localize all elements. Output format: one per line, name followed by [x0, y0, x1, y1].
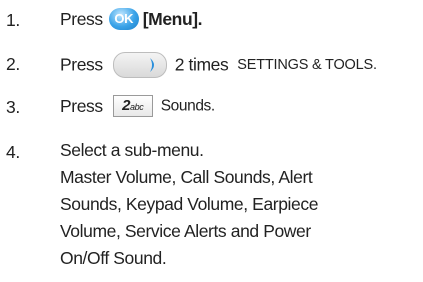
step-1-text: Press OK [Menu].: [60, 8, 203, 31]
menu-label: [Menu].: [142, 8, 203, 29]
times-label: 2 times: [174, 54, 229, 75]
key-letters: abc: [130, 102, 144, 113]
sub-menu-line: On/Off Sound.: [60, 248, 167, 268]
press-label: Press: [60, 8, 103, 29]
menu-name: SETTINGS & TOOLS.: [237, 57, 377, 73]
sub-menu-line: Master Volume, Call Sounds, Alert: [60, 167, 313, 187]
number-2-key-icon: 2abc: [112, 95, 153, 118]
step-number: 4.: [6, 142, 20, 162]
nav-right-key-icon: [112, 52, 167, 78]
sounds-label: Sounds.: [160, 97, 215, 115]
step-4-heading: Select a sub-menu.: [60, 140, 204, 160]
step-number: 3.: [6, 97, 20, 117]
press-label: Press: [60, 95, 103, 116]
step-3-text: Press 2abc Sounds.: [60, 95, 215, 118]
step-number: 2.: [6, 54, 20, 74]
step-2-text: Press 2 times SETTINGS & TOOLS.: [60, 52, 377, 78]
key-digit: 2: [122, 97, 131, 115]
ok-key-icon: OK: [108, 8, 139, 31]
right-arrow-icon: [149, 58, 154, 72]
sub-menu-line: Sounds, Keypad Volume, Earpiece: [60, 194, 319, 214]
step-number: 1.: [6, 10, 20, 30]
press-label: Press: [60, 54, 103, 75]
sub-menu-line: Volume, Service Alerts and Power: [60, 221, 311, 241]
